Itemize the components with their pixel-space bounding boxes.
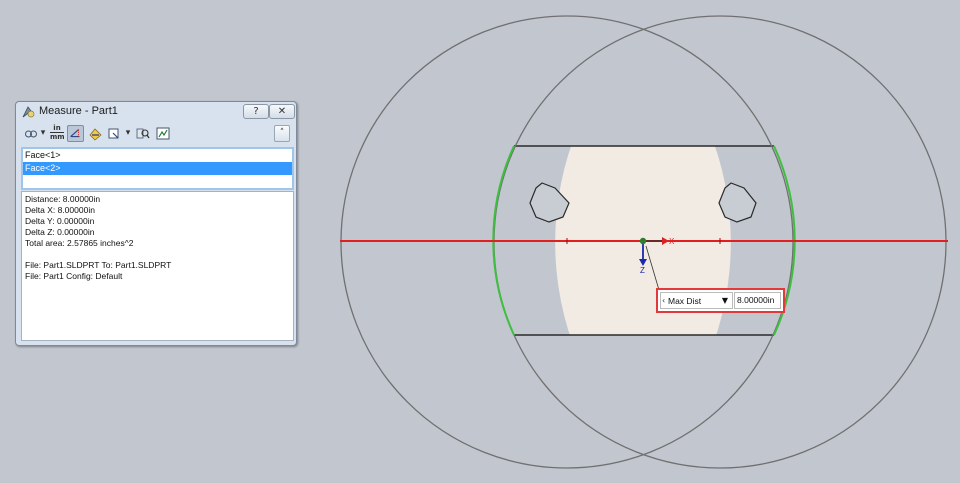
measure-results: Distance: 8.00000in Delta X: 8.00000in D… — [21, 191, 294, 341]
result-delta-y: Delta Y: 0.00000in — [25, 216, 95, 226]
triad-x-label: X — [669, 237, 675, 246]
result-distance: Distance: 8.00000in — [25, 194, 101, 204]
measurement-history-icon[interactable] — [135, 125, 150, 142]
measure-toolbar: ▾ in mm ▾ ˄ — [21, 124, 292, 143]
result-delta-x: Delta X: 8.00000in — [25, 205, 95, 215]
chevron-left-icon: ‹ — [662, 296, 666, 305]
units-bottom: mm — [50, 132, 65, 141]
measure-value: 8.00000in — [734, 292, 781, 309]
collapse-button[interactable]: ˄ — [274, 125, 290, 142]
close-button[interactable]: ✕ — [269, 104, 295, 119]
selection-item-face2[interactable]: Face<2> — [23, 162, 292, 175]
chevron-down-icon[interactable]: ▾ — [40, 125, 46, 142]
chevron-down-icon[interactable]: ▾ — [125, 125, 131, 142]
triad-origin — [639, 237, 647, 245]
dialog-title: Measure - Part1 — [39, 105, 118, 117]
file-from-to: File: Part1.SLDPRT To: Part1.SLDPRT — [25, 260, 172, 270]
measure-dialog[interactable]: Measure - Part1 ? ✕ ▾ in mm ▾ ˄ Face<1> … — [15, 101, 297, 346]
chevron-down-icon[interactable]: ▼ — [722, 296, 728, 305]
arc-circle-options-icon[interactable] — [24, 125, 38, 142]
max-dist-callout[interactable]: ‹ Max Dist ▼ 8.00000in — [656, 288, 785, 313]
result-total-area: Total area: 2.57865 inches^2 — [25, 238, 134, 248]
measure-type-label: Max Dist — [668, 296, 702, 306]
help-button[interactable]: ? — [243, 104, 269, 119]
triad-z-label: Z — [640, 266, 645, 275]
projected-on-icon[interactable] — [107, 125, 121, 142]
measure-tool-icon — [22, 106, 35, 118]
units-top: in — [53, 124, 61, 132]
measure-type-dropdown[interactable]: ‹ Max Dist ▼ — [660, 292, 733, 309]
hole-right[interactable] — [718, 182, 757, 223]
point-to-point-icon[interactable] — [88, 125, 103, 142]
dialog-titlebar[interactable]: Measure - Part1 ? ✕ — [16, 102, 296, 123]
result-delta-z: Delta Z: 0.00000in — [25, 227, 95, 237]
show-xyz-measurements-icon[interactable] — [67, 125, 84, 142]
file-config: File: Part1 Config: Default — [25, 271, 123, 281]
selection-list[interactable]: Face<1> Face<2> — [21, 147, 294, 190]
selection-item-face1[interactable]: Face<1> — [23, 149, 292, 162]
create-sensor-icon[interactable] — [156, 125, 170, 142]
units-precision-button[interactable]: in mm — [50, 124, 65, 142]
